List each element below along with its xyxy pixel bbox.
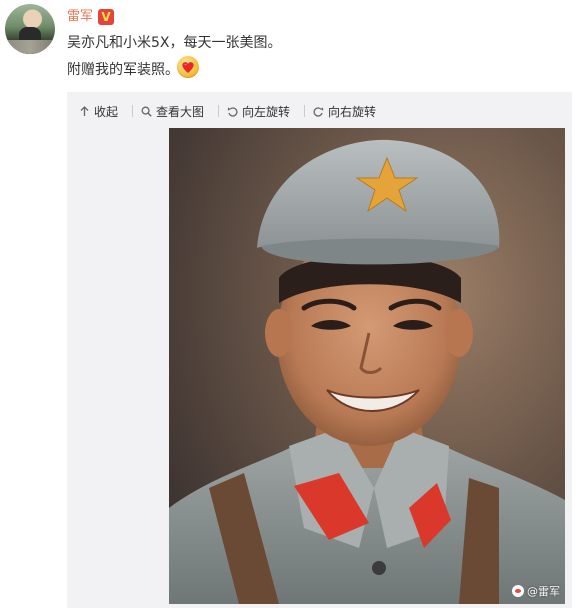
- view-large-label: 查看大图: [156, 104, 205, 119]
- toolbar-divider: [218, 105, 220, 117]
- collapse-label: 收起: [94, 104, 119, 119]
- rotate-left-button[interactable]: 向左旋转: [227, 103, 290, 120]
- rotate-left-label: 向左旋转: [242, 104, 291, 119]
- post-text-line-1: 吴亦凡和小米5X，每天一张美图。: [67, 35, 282, 51]
- rotate-right-button[interactable]: 向右旋转: [313, 103, 376, 120]
- heart-face-emoji-icon: [177, 56, 199, 78]
- weibo-post: 雷军 V 吴亦凡和小米5X，每天一张美图。 附赠我的军装照。 收起 查看大图 向…: [0, 0, 576, 611]
- toolbar-divider: [304, 105, 306, 117]
- search-icon: [141, 106, 152, 117]
- rotate-right-icon: [313, 106, 324, 117]
- arrow-up-icon: [80, 105, 89, 116]
- watermark-text: @雷军: [527, 585, 560, 598]
- verified-badge-icon: V: [98, 9, 114, 25]
- image-toolbar: 收起 查看大图 向左旋转 向右旋转: [79, 101, 390, 121]
- post-text-line-2: 附赠我的军装照。: [67, 62, 179, 78]
- avatar[interactable]: [5, 4, 55, 54]
- post-photo[interactable]: @雷军: [169, 128, 565, 604]
- rotate-right-label: 向右旋转: [328, 104, 377, 119]
- rotate-left-icon: [227, 106, 238, 117]
- avatar-ground: [5, 40, 55, 54]
- photo-watermark: @雷军: [512, 583, 560, 599]
- soldier-portrait-image: [169, 128, 565, 604]
- username-link[interactable]: 雷军: [67, 8, 93, 26]
- collapse-button[interactable]: 收起: [79, 103, 118, 120]
- weibo-logo-icon: [512, 585, 524, 597]
- toolbar-divider: [132, 105, 134, 117]
- view-large-button[interactable]: 查看大图: [141, 103, 204, 120]
